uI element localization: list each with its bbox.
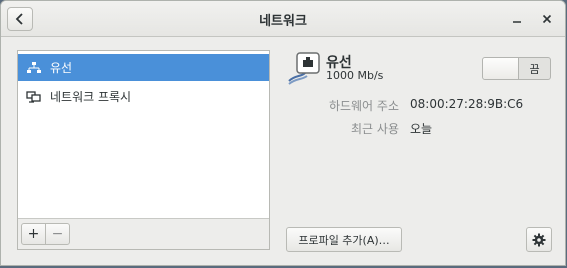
sidebar-item-network-proxy[interactable]: 네트워크 프록시 <box>18 83 269 110</box>
add-connection-button[interactable]: + <box>21 223 46 245</box>
close-button[interactable] <box>537 9 557 29</box>
list-toolbar: + − <box>18 218 269 249</box>
hardware-address-value: 08:00:27:28:9B:C6 <box>410 97 524 111</box>
gear-icon <box>532 233 546 246</box>
switch-state-label: 끔 <box>529 63 540 76</box>
ethernet-device-icon <box>288 52 320 85</box>
wired-network-icon <box>27 61 41 73</box>
device-speed: 1000 Mb/s <box>326 69 384 82</box>
network-proxy-icon <box>26 90 41 103</box>
close-icon <box>542 14 552 24</box>
settings-button[interactable] <box>526 227 552 252</box>
add-profile-button[interactable]: 프로파일 추가(A)… <box>286 227 402 252</box>
sidebar-item-wired[interactable]: 유선 <box>18 54 269 81</box>
wired-power-switch[interactable]: 끔 <box>482 57 551 80</box>
sidebar-item-label: 네트워크 프록시 <box>50 90 132 104</box>
title-bar: 네트워크 <box>1 1 565 37</box>
switch-knob <box>483 58 519 79</box>
last-used-value: 오늘 <box>410 122 433 136</box>
hardware-address-label: 하드웨어 주소 <box>328 99 399 113</box>
remove-connection-button[interactable]: − <box>45 223 70 245</box>
minimize-icon <box>513 21 521 23</box>
window-title: 네트워크 <box>259 14 307 29</box>
network-settings-window: 네트워크 유선 네트워크 프록시 + − 유선 1000 Mb/s 끔 하드웨어… <box>0 0 566 266</box>
minimize-button[interactable] <box>507 9 527 29</box>
connection-list: 유선 네트워크 프록시 + − <box>17 50 270 250</box>
last-used-label: 최근 사용 <box>351 122 399 136</box>
sidebar-item-label: 유선 <box>50 61 73 75</box>
